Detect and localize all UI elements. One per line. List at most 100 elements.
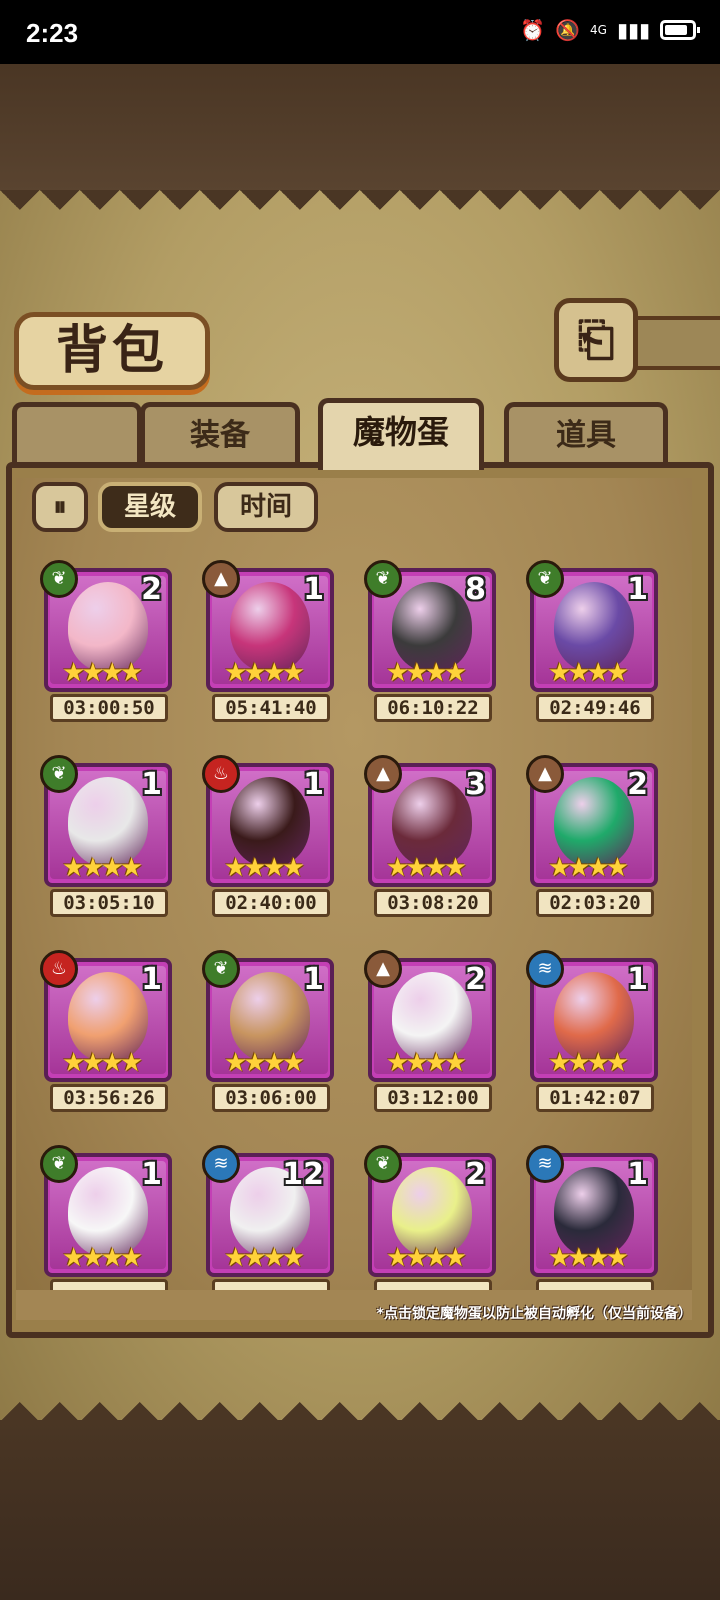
egg-card[interactable]: 1 ★★★★ ❦ 02:49:46: [526, 560, 660, 726]
play-pause-icon[interactable]: ⏸: [32, 482, 88, 532]
hatch-timer: 03:56:26: [50, 1084, 168, 1112]
clock: 2:23: [26, 18, 79, 48]
star-rating: ★★★★: [224, 1243, 305, 1273]
torn-edge-top: [0, 190, 720, 230]
star-rating: ★★★★: [386, 853, 467, 883]
egg-card[interactable]: 12 ★★★★ ≋: [202, 1145, 336, 1311]
tab-edge: [12, 402, 142, 466]
egg-card[interactable]: 1 ★★★★ ▲ 05:41:40: [202, 560, 336, 726]
egg-card[interactable]: 1 ★★★★ ≋ 01:42:07: [526, 950, 660, 1116]
hatch-timer: 01:42:07: [536, 1084, 654, 1112]
hatch-timer: 02:03:20: [536, 889, 654, 917]
signal-icon: ▮▮▮: [616, 18, 650, 42]
leaf-icon: ❦: [40, 1145, 78, 1183]
egg-quantity: 1: [627, 572, 648, 607]
star-rating: ★★★★: [224, 853, 305, 883]
egg-card[interactable]: 1 ★★★★ ❦ 03:06:00: [202, 950, 336, 1116]
egg-card[interactable]: 3 ★★★★ ▲ 03:08:20: [364, 755, 498, 921]
leaf-icon: ❦: [364, 560, 402, 598]
star-rating: ★★★★: [224, 658, 305, 688]
egg-quantity: 2: [465, 1157, 486, 1192]
egg-card[interactable]: 2 ★★★★ ❦: [364, 1145, 498, 1311]
hatch-timer: 06:10:22: [374, 694, 492, 722]
egg-quantity: 1: [141, 962, 162, 997]
egg-card[interactable]: 1 ★★★★ ♨ 02:40:00: [202, 755, 336, 921]
mountain-icon: ▲: [364, 755, 402, 793]
flame-icon: ♨: [202, 755, 240, 793]
hatch-timer: 02:49:46: [536, 694, 654, 722]
leaf-icon: ❦: [364, 1145, 402, 1183]
egg-quantity: 1: [627, 1157, 648, 1192]
hatch-timer: 03:08:20: [374, 889, 492, 917]
egg-quantity: 2: [465, 962, 486, 997]
wave-icon: ≋: [526, 950, 564, 988]
leaf-icon: ❦: [526, 560, 564, 598]
star-rating: ★★★★: [62, 853, 143, 883]
tab-monster-eggs[interactable]: 魔物蛋: [318, 398, 484, 470]
egg-quantity: 12: [282, 1157, 324, 1192]
status-bar: 2:23 ⏰ 🔕 4G ▮▮▮: [0, 0, 720, 64]
egg-quantity: 1: [303, 767, 324, 802]
footer-note: *点击锁定魔物蛋以防止被自动孵化（仅当前设备）: [376, 1306, 692, 1322]
battery-icon: [660, 20, 700, 40]
tab-label: 装备: [190, 418, 250, 453]
tab-label: 魔物蛋: [352, 413, 449, 451]
back-arrow-icon: ⎗: [577, 312, 615, 366]
sort-by-time-button[interactable]: 时间: [214, 482, 318, 532]
star-rating: ★★★★: [62, 1048, 143, 1078]
leaf-icon: ❦: [40, 755, 78, 793]
star-rating: ★★★★: [548, 1048, 629, 1078]
page-title: 背包: [55, 321, 168, 381]
egg-quantity: 3: [465, 767, 486, 802]
egg-quantity: 1: [141, 1157, 162, 1192]
egg-card[interactable]: 2 ★★★★ ❦ 03:00:50: [40, 560, 174, 726]
egg-card[interactable]: 1 ★★★★ ❦: [40, 1145, 174, 1311]
egg-card[interactable]: 1 ★★★★ ≋: [526, 1145, 660, 1311]
star-rating: ★★★★: [62, 658, 143, 688]
hatch-timer: 03:06:00: [212, 1084, 330, 1112]
hatch-timer: 02:40:00: [212, 889, 330, 917]
hatch-timer: 03:12:00: [374, 1084, 492, 1112]
egg-quantity: 1: [627, 962, 648, 997]
mute-icon: 🔕: [555, 18, 581, 42]
star-rating: ★★★★: [386, 1243, 467, 1273]
star-rating: ★★★★: [386, 658, 467, 688]
star-rating: ★★★★: [224, 1048, 305, 1078]
torn-edge-bottom: [0, 1382, 720, 1422]
star-rating: ★★★★: [548, 853, 629, 883]
egg-quantity: 1: [303, 962, 324, 997]
star-rating: ★★★★: [62, 1243, 143, 1273]
egg-card[interactable]: 1 ★★★★ ❦ 03:05:10: [40, 755, 174, 921]
sort-by-star-button[interactable]: 星级: [98, 482, 202, 532]
egg-card[interactable]: 1 ★★★★ ♨ 03:56:26: [40, 950, 174, 1116]
star-rating: ★★★★: [548, 658, 629, 688]
mountain-icon: ▲: [526, 755, 564, 793]
egg-quantity: 1: [141, 767, 162, 802]
egg-quantity: 1: [303, 572, 324, 607]
tab-label: 道具: [556, 418, 616, 453]
star-rating: ★★★★: [548, 1243, 629, 1273]
alarm-icon: ⏰: [520, 18, 546, 42]
mountain-icon: ▲: [202, 560, 240, 598]
egg-quantity: 2: [141, 572, 162, 607]
wave-icon: ≋: [526, 1145, 564, 1183]
egg-card[interactable]: 8 ★★★★ ❦ 06:10:22: [364, 560, 498, 726]
header-rail: [630, 316, 720, 370]
mountain-icon: ▲: [364, 950, 402, 988]
hatch-timer: 03:05:10: [50, 889, 168, 917]
egg-quantity: 2: [627, 767, 648, 802]
egg-quantity: 8: [465, 572, 486, 607]
back-button[interactable]: ⎗: [554, 298, 638, 382]
leaf-icon: ❦: [202, 950, 240, 988]
network-type: 4G: [590, 23, 607, 37]
title-plate: 背包: [14, 312, 210, 390]
egg-card[interactable]: 2 ★★★★ ▲ 03:12:00: [364, 950, 498, 1116]
leaf-icon: ❦: [40, 560, 78, 598]
tab-items[interactable]: 道具: [504, 402, 668, 466]
star-rating: ★★★★: [386, 1048, 467, 1078]
hatch-timer: 05:41:40: [212, 694, 330, 722]
map-background-top: [0, 64, 720, 194]
flame-icon: ♨: [40, 950, 78, 988]
tab-equipment[interactable]: 装备: [140, 402, 300, 466]
egg-card[interactable]: 2 ★★★★ ▲ 02:03:20: [526, 755, 660, 921]
